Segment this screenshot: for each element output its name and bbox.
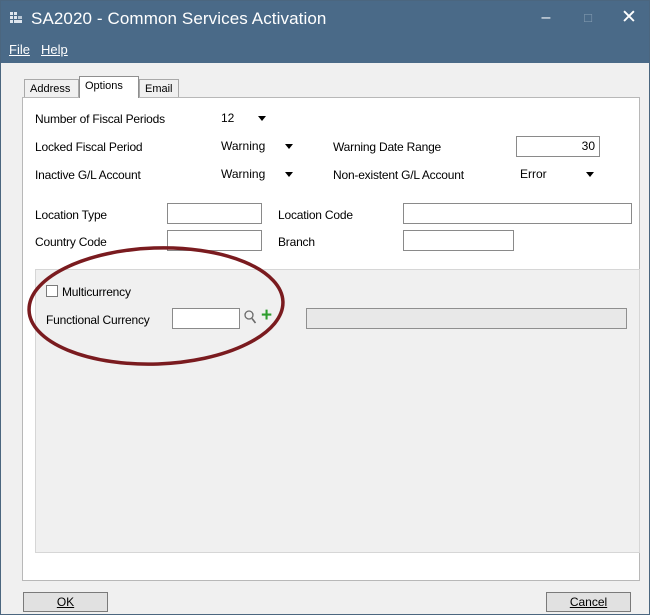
fiscal-periods-select[interactable]: 12 <box>217 108 272 128</box>
nonexistent-account-select[interactable]: Error <box>516 164 600 184</box>
fiscal-periods-value: 12 <box>221 111 235 125</box>
maximize-button[interactable]: □ <box>567 1 609 35</box>
chevron-down-icon <box>586 172 594 177</box>
minimize-button[interactable]: – <box>525 1 567 35</box>
inactive-account-select[interactable]: Warning <box>217 164 299 184</box>
locked-period-label: Locked Fiscal Period <box>35 140 143 154</box>
tab-options[interactable]: Options <box>79 76 139 98</box>
functional-currency-label: Functional Currency <box>46 313 150 327</box>
menu-file[interactable]: File <box>9 39 30 61</box>
functional-currency-input[interactable] <box>172 308 240 329</box>
multicurrency-label: Multicurrency <box>62 285 131 299</box>
currency-description-field <box>306 308 627 329</box>
locked-period-value: Warning <box>221 139 266 153</box>
multicurrency-checkbox[interactable] <box>46 285 58 297</box>
location-code-label: Location Code <box>278 208 353 222</box>
inactive-account-label: Inactive G/L Account <box>35 168 141 182</box>
location-type-input[interactable] <box>167 203 262 224</box>
warning-range-input[interactable]: 30 <box>516 136 600 157</box>
warning-range-label: Warning Date Range <box>333 140 442 154</box>
locked-period-select[interactable]: Warning <box>217 136 299 156</box>
ok-button-label: OK <box>56 595 75 609</box>
location-code-input[interactable] <box>403 203 632 224</box>
chevron-down-icon <box>285 172 293 177</box>
chevron-down-icon <box>258 116 266 121</box>
fiscal-periods-label: Number of Fiscal Periods <box>35 112 165 126</box>
nonexistent-account-label: Non-existent G/L Account <box>333 168 464 182</box>
cancel-button-label: Cancel <box>569 595 608 609</box>
search-icon[interactable] <box>244 310 257 325</box>
menu-help-label: Help <box>41 42 68 57</box>
nonexistent-account-value: Error <box>520 167 547 181</box>
app-icon <box>10 12 22 24</box>
cancel-button[interactable]: Cancel <box>546 592 631 612</box>
plus-icon[interactable]: + <box>261 306 272 326</box>
close-button[interactable]: ✕ <box>608 1 650 35</box>
branch-input[interactable] <box>403 230 514 251</box>
location-type-label: Location Type <box>35 208 107 222</box>
menu-file-label: File <box>9 42 30 57</box>
app-window: SA2020 - Common Services Activation – □ … <box>0 0 650 615</box>
tab-address[interactable]: Address <box>24 79 79 98</box>
country-code-label: Country Code <box>35 235 107 249</box>
inactive-account-value: Warning <box>221 167 266 181</box>
tab-email[interactable]: Email <box>139 79 179 98</box>
title-bar: SA2020 - Common Services Activation – □ … <box>1 1 649 63</box>
branch-label: Branch <box>278 235 315 249</box>
ok-button[interactable]: OK <box>23 592 108 612</box>
chevron-down-icon <box>285 144 293 149</box>
country-code-input[interactable] <box>167 230 262 251</box>
menu-help[interactable]: Help <box>41 39 68 61</box>
window-title: SA2020 - Common Services Activation <box>31 9 327 28</box>
